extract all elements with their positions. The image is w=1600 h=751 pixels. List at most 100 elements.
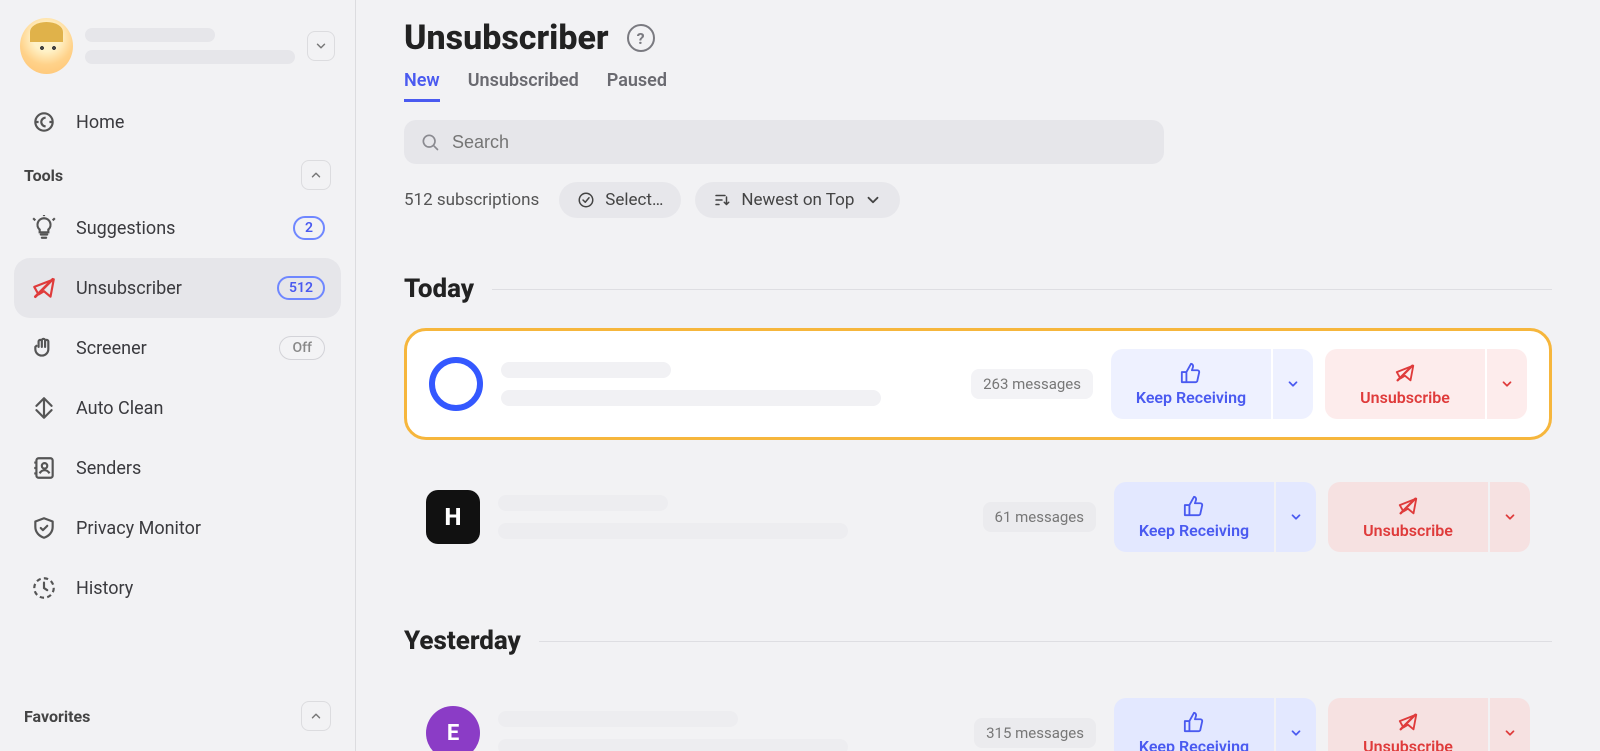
unsubscribe-icon	[1394, 362, 1416, 384]
sidebar-section-label: Favorites	[24, 707, 90, 726]
unsubscribe-button[interactable]: Unsubscribe	[1328, 482, 1488, 552]
sort-icon	[713, 191, 731, 209]
avatar-letter: E	[447, 721, 459, 746]
row-actions: Keep Receiving Unsubscribe	[1114, 698, 1530, 751]
sidebar-item-label: Suggestions	[76, 218, 275, 239]
tab-paused[interactable]: Paused	[607, 70, 667, 102]
collapse-favorites-button[interactable]	[301, 701, 331, 731]
row-actions: Keep Receiving Unsubscribe	[1111, 349, 1527, 419]
unsubscribe-split: Unsubscribe	[1325, 349, 1527, 419]
keep-label: Keep Receiving	[1136, 388, 1246, 407]
unsubscribe-dropdown[interactable]	[1488, 698, 1530, 751]
sender-name-placeholder	[501, 362, 671, 378]
divider	[539, 641, 1552, 642]
group-header-yesterday: Yesterday	[404, 626, 1552, 656]
row-actions: Keep Receiving Unsubscribe	[1114, 482, 1530, 552]
sidebar-item-autoclean[interactable]: Auto Clean	[14, 378, 341, 438]
unsubscribe-icon	[1397, 711, 1419, 733]
keep-receiving-split: Keep Receiving	[1111, 349, 1313, 419]
subscription-row[interactable]: 263 messages Keep Receiving Unsubscribe	[404, 328, 1552, 440]
chevron-down-icon	[1286, 377, 1300, 391]
autoclean-icon	[30, 394, 58, 422]
keep-receiving-button[interactable]: Keep Receiving	[1114, 482, 1274, 552]
check-circle-icon	[577, 191, 595, 209]
account-info	[85, 28, 295, 64]
sidebar-item-label: Home	[76, 112, 325, 133]
keep-receiving-button[interactable]: Keep Receiving	[1114, 698, 1274, 751]
sender-avatar	[429, 357, 483, 411]
help-icon: ?	[637, 29, 645, 48]
sidebar-item-label: Screener	[76, 338, 261, 359]
sender-info	[501, 362, 953, 406]
unsubscribe-button[interactable]: Unsubscribe	[1325, 349, 1485, 419]
sidebar-item-suggestions[interactable]: Suggestions 2	[14, 198, 341, 258]
chevron-down-icon	[1503, 726, 1517, 740]
sidebar-item-screener[interactable]: Screener Off	[14, 318, 341, 378]
unsubscribe-dropdown[interactable]	[1485, 349, 1527, 419]
sidebar-item-history[interactable]: History	[14, 558, 341, 618]
keep-receiving-dropdown[interactable]	[1274, 698, 1316, 751]
toolbar: 512 subscriptions Select… Newest on Top	[404, 182, 1552, 218]
sort-label: Newest on Top	[741, 190, 854, 210]
keep-receiving-split: Keep Receiving	[1114, 482, 1316, 552]
collapse-tools-button[interactable]	[301, 160, 331, 190]
home-icon	[30, 108, 58, 136]
keep-receiving-dropdown[interactable]	[1274, 482, 1316, 552]
message-count: 315 messages	[974, 718, 1096, 748]
thumbs-up-icon	[1183, 711, 1205, 733]
page-title: Unsubscriber	[404, 18, 609, 58]
page-header: Unsubscriber ?	[404, 18, 1552, 58]
unsubscribe-icon	[1397, 495, 1419, 517]
sidebar-item-label: Unsubscriber	[76, 278, 259, 299]
account-switcher[interactable]	[14, 14, 341, 92]
subscription-count: 512 subscriptions	[404, 190, 539, 210]
sidebar-badge: 512	[277, 276, 325, 300]
subscription-row[interactable]: E 315 messages Keep Receiving Unsubscrib…	[404, 680, 1552, 751]
sender-email-placeholder	[498, 523, 848, 539]
sender-email-placeholder	[498, 739, 848, 751]
sidebar-badge-off: Off	[279, 336, 325, 360]
search-field[interactable]	[404, 120, 1164, 164]
sidebar-item-label: Auto Clean	[76, 398, 325, 419]
search-input[interactable]	[452, 132, 1148, 153]
sidebar-section-label: Tools	[24, 166, 63, 185]
unsubscribe-button[interactable]: Unsubscribe	[1328, 698, 1488, 751]
sender-avatar: E	[426, 706, 480, 751]
sidebar-item-home[interactable]: Home	[14, 92, 341, 152]
sidebar-item-senders[interactable]: Senders	[14, 438, 341, 498]
shield-icon	[30, 514, 58, 542]
sidebar-item-unsubscriber[interactable]: Unsubscriber 512	[14, 258, 341, 318]
keep-receiving-dropdown[interactable]	[1271, 349, 1313, 419]
keep-receiving-button[interactable]: Keep Receiving	[1111, 349, 1271, 419]
sender-email-placeholder	[501, 390, 881, 406]
unsubscribe-split: Unsubscribe	[1328, 482, 1530, 552]
keep-receiving-split: Keep Receiving	[1114, 698, 1316, 751]
main-content: Unsubscriber ? New Unsubscribed Paused 5…	[356, 0, 1600, 751]
message-count: 61 messages	[983, 502, 1096, 532]
chevron-up-icon	[309, 709, 323, 723]
account-caret[interactable]	[307, 31, 335, 61]
tab-new[interactable]: New	[404, 70, 440, 102]
sidebar: Home Tools Suggestions 2 Unsubscriber 51…	[0, 0, 356, 751]
sender-name-placeholder	[498, 711, 738, 727]
group-label: Yesterday	[404, 626, 521, 656]
lightbulb-icon	[30, 214, 58, 242]
avatar-letter: H	[445, 503, 462, 531]
select-button[interactable]: Select…	[559, 182, 681, 218]
chevron-down-icon	[1503, 510, 1517, 524]
keep-label: Keep Receiving	[1139, 521, 1249, 540]
sidebar-item-label: Privacy Monitor	[76, 518, 325, 539]
subscription-row[interactable]: H 61 messages Keep Receiving Unsubscribe	[404, 464, 1552, 570]
unsubscribe-split: Unsubscribe	[1328, 698, 1530, 751]
sort-button[interactable]: Newest on Top	[695, 182, 900, 218]
message-count: 263 messages	[971, 369, 1093, 399]
sender-avatar: H	[426, 490, 480, 544]
tab-unsubscribed[interactable]: Unsubscribed	[468, 70, 579, 102]
group-header-today: Today	[404, 274, 1552, 304]
sidebar-item-privacy[interactable]: Privacy Monitor	[14, 498, 341, 558]
unsubscribe-dropdown[interactable]	[1488, 482, 1530, 552]
unsub-label: Unsubscribe	[1360, 388, 1450, 407]
history-icon	[30, 574, 58, 602]
help-button[interactable]: ?	[627, 24, 655, 52]
select-label: Select…	[605, 190, 663, 210]
